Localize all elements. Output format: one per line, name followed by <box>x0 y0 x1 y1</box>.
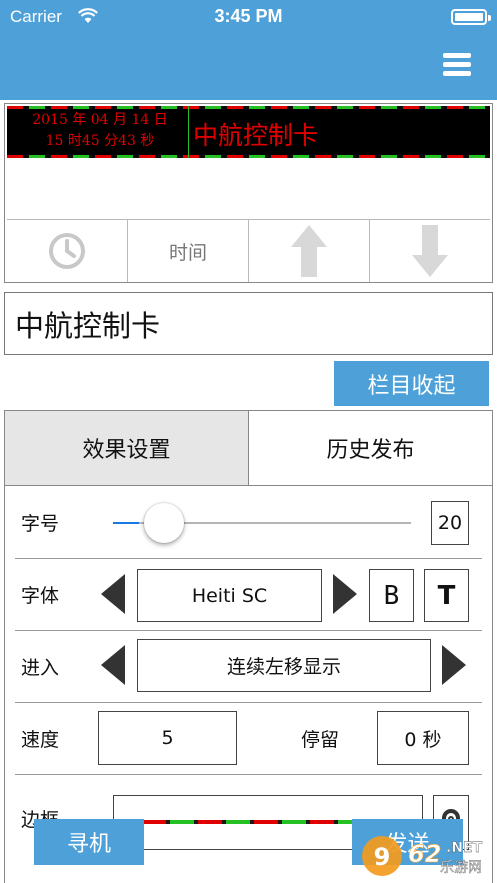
entry-label: 进入 <box>21 657 60 679</box>
move-down-button[interactable] <box>370 220 490 282</box>
svg-text:9: 9 <box>374 843 391 871</box>
status-time: 3:45 PM <box>214 6 283 26</box>
font-size-value[interactable]: 20 <box>431 501 469 545</box>
slider-fill <box>113 522 139 524</box>
font-prev-arrow-icon[interactable] <box>101 574 125 614</box>
stay-value[interactable]: 0 秒 <box>377 711 469 765</box>
status-bar: Carrier 3:45 PM <box>0 0 497 34</box>
app-screen: Carrier 3:45 PM 2015 年 04 月 14 日 15 时45 … <box>0 0 497 883</box>
battery-icon <box>451 9 491 25</box>
entry-next-arrow-icon[interactable] <box>442 645 466 685</box>
speed-value[interactable]: 5 <box>98 711 237 765</box>
navigation-bar: Carrier 3:45 PM <box>0 0 497 100</box>
arrow-down-icon <box>412 225 448 277</box>
font-label: 字体 <box>21 585 60 607</box>
svg-text:62: 62 <box>408 840 441 868</box>
watermark-logo: 9 62 .NET 乐游网 <box>360 832 492 878</box>
font-size-label: 字号 <box>21 513 60 535</box>
move-up-button[interactable] <box>249 220 370 282</box>
led-display-text: 中航控制卡 <box>193 121 319 150</box>
search-device-button[interactable]: 寻机 <box>34 819 144 865</box>
bold-button[interactable]: B <box>369 569 414 622</box>
time-button-label: 时间 <box>168 241 207 264</box>
arrow-up-icon <box>291 225 327 277</box>
time-button[interactable]: 时间 <box>128 220 249 282</box>
led-preview: 2015 年 04 月 14 日 15 时45 分43 秒 中航控制卡 时间 <box>4 103 493 283</box>
svg-text:乐游网: 乐游网 <box>440 860 482 876</box>
led-divider <box>188 106 189 158</box>
font-size-slider[interactable] <box>113 503 411 543</box>
led-border-bottom <box>7 155 490 158</box>
led-date-time: 2015 年 04 月 14 日 15 时45 分43 秒 <box>11 110 189 152</box>
slider-thumb[interactable] <box>143 503 184 543</box>
speed-row: 速度 5 停留 0 秒 <box>15 703 482 775</box>
tab-bar: 效果设置 历史发布 <box>5 411 492 486</box>
collapse-button[interactable]: 栏目收起 <box>334 361 489 406</box>
clock-icon <box>49 233 85 269</box>
stay-label: 停留 <box>301 729 340 751</box>
svg-text:.NET: .NET <box>446 840 483 856</box>
text-style-button[interactable]: T <box>424 569 469 622</box>
speed-label: 速度 <box>21 729 60 751</box>
entry-row: 进入 连续左移显示 <box>15 631 482 703</box>
font-next-arrow-icon[interactable] <box>333 574 357 614</box>
led-display: 2015 年 04 月 14 日 15 时45 分43 秒 中航控制卡 <box>7 106 490 158</box>
led-time: 15 时45 分43 秒 <box>45 133 155 149</box>
menu-icon[interactable] <box>443 53 471 77</box>
tab-history[interactable]: 历史发布 <box>249 411 492 485</box>
font-row: 字体 Heiti SC B T <box>15 559 482 631</box>
clock-button[interactable] <box>7 220 128 282</box>
font-size-row: 字号 20 <box>15 487 482 559</box>
display-text-input[interactable]: 中航控制卡 <box>4 292 493 355</box>
led-border-top <box>7 106 490 109</box>
settings-panel: 效果设置 历史发布 字号 20 字体 Heiti SC B T 进入 连续左移显… <box>4 410 493 883</box>
font-value[interactable]: Heiti SC <box>137 569 322 622</box>
entry-prev-arrow-icon[interactable] <box>101 645 125 685</box>
entry-effect-value[interactable]: 连续左移显示 <box>137 639 431 692</box>
tab-effect-settings[interactable]: 效果设置 <box>5 411 249 485</box>
led-date: 2015 年 04 月 14 日 <box>32 112 168 128</box>
preview-controls: 时间 <box>7 219 490 282</box>
